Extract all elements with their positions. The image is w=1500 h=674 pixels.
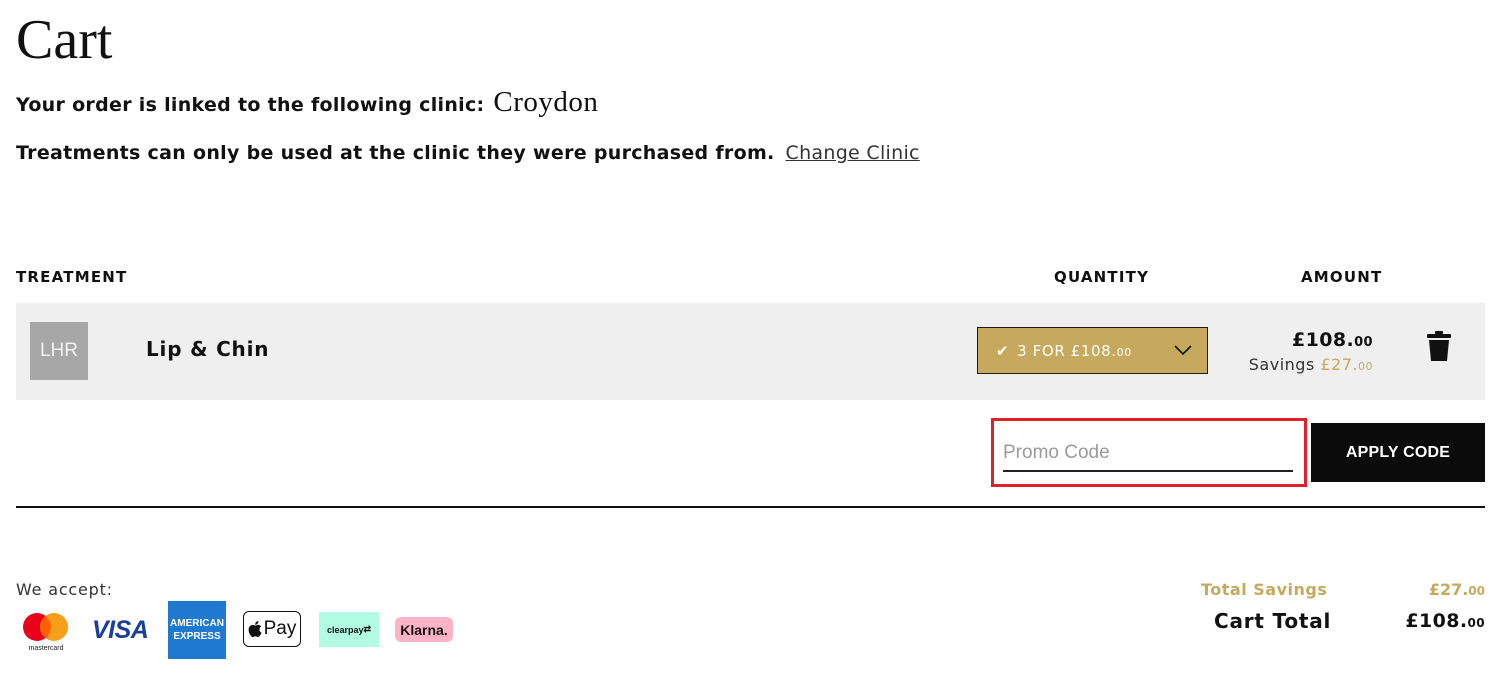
- cart-total-pence: 00: [1467, 616, 1485, 630]
- klarna-logo: Klarna.: [395, 617, 453, 642]
- visa-logo: VISA: [92, 616, 149, 644]
- quantity-option-label: 3 FOR £108.00: [1017, 342, 1132, 360]
- item-savings-label: Savings: [1248, 355, 1315, 374]
- clinic-notice: Treatments can only be used at the clini…: [16, 142, 920, 164]
- apple-pay-text: Pay: [263, 618, 297, 639]
- total-savings-main: £27.: [1428, 580, 1469, 599]
- chevron-down-icon: [1174, 345, 1192, 356]
- we-accept-label: We accept:: [16, 580, 113, 599]
- treatment-thumbnail: LHR: [30, 322, 88, 380]
- trash-icon[interactable]: [1427, 331, 1451, 361]
- item-savings-value: £27.00: [1320, 355, 1373, 374]
- mastercard-logo: mastercard: [23, 613, 68, 652]
- quantity-option-pence: 00: [1116, 345, 1132, 359]
- item-savings-main: £27.: [1320, 355, 1358, 374]
- clinic-link-line: Your order is linked to the following cl…: [16, 86, 598, 119]
- amex-line2: EXPRESS: [173, 631, 221, 642]
- quantity-option-main: 3 FOR £108.: [1017, 341, 1117, 360]
- cart-total-label: Cart Total: [1214, 609, 1332, 633]
- total-savings-label: Total Savings: [1201, 580, 1328, 599]
- amex-line1: AMERICAN: [170, 618, 224, 629]
- clinic-notice-text: Treatments can only be used at the clini…: [16, 142, 775, 164]
- cart-item-row: LHR Lip & Chin ✔ 3 FOR £108.00 £108.00 S…: [16, 303, 1485, 400]
- clinic-name: Croydon: [493, 86, 599, 118]
- header-treatment: TREATMENT: [16, 268, 128, 286]
- item-price-main: £108.: [1291, 329, 1355, 351]
- apply-code-button[interactable]: APPLY CODE: [1311, 423, 1485, 482]
- cart-total-value: £108.00: [1405, 610, 1485, 632]
- treatment-name: Lip & Chin: [146, 337, 270, 361]
- check-icon: ✔: [996, 341, 1010, 360]
- amex-logo: AMERICAN EXPRESS: [168, 601, 226, 659]
- apple-icon: [248, 621, 262, 637]
- change-clinic-link[interactable]: Change Clinic: [786, 142, 920, 164]
- total-savings-value: £27.00: [1429, 580, 1485, 599]
- divider: [16, 506, 1485, 508]
- clearpay-text: clearpay: [326, 624, 364, 635]
- page-title: Cart: [16, 9, 113, 71]
- clinic-linked-label: Your order is linked to the following cl…: [16, 94, 485, 116]
- item-savings-pence: 00: [1358, 360, 1373, 373]
- quantity-select[interactable]: ✔ 3 FOR £108.00: [977, 327, 1208, 374]
- item-amount: £108.00 Savings £27.00: [1249, 329, 1373, 374]
- promo-code-input[interactable]: [1003, 436, 1293, 472]
- clearpay-logo: clearpay ⇄: [319, 612, 379, 647]
- apple-pay-logo: Pay: [243, 611, 301, 647]
- mastercard-text: mastercard: [28, 645, 63, 652]
- header-quantity: QUANTITY: [1054, 268, 1150, 286]
- item-price: £108.00: [1249, 329, 1373, 351]
- header-amount: AMOUNT: [1301, 268, 1383, 286]
- cart-total-main: £108.: [1405, 610, 1468, 632]
- item-savings: Savings £27.00: [1249, 355, 1373, 374]
- clearpay-icon: ⇄: [363, 624, 372, 634]
- total-savings-pence: 00: [1468, 584, 1485, 598]
- item-price-pence: 00: [1354, 335, 1373, 350]
